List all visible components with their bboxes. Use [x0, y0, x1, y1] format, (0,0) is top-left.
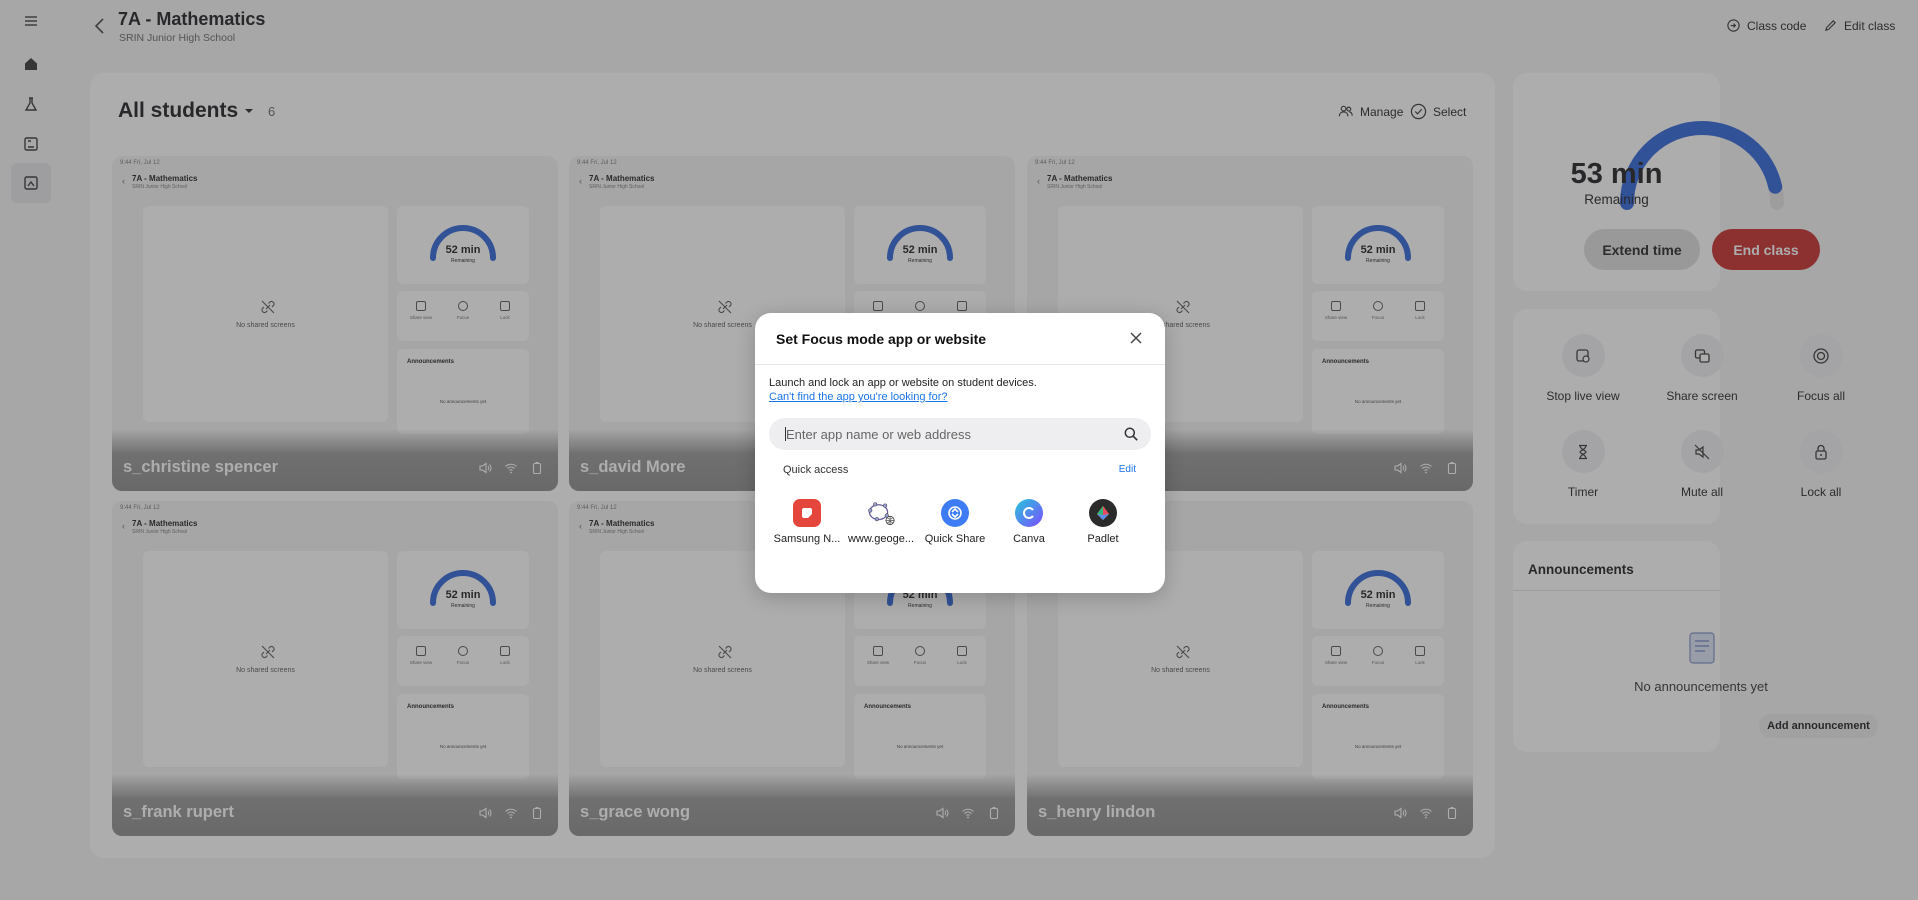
geogebra-icon	[868, 502, 895, 525]
quick-app-quick-share[interactable]: Quick Share	[920, 499, 990, 545]
app-root: 7A - Mathematics SRIN Junior High School…	[0, 0, 1918, 900]
dialog-divider	[755, 364, 1165, 365]
samsung-notes-icon	[802, 508, 812, 518]
search-box	[769, 418, 1151, 450]
quick-app-samsung-notes[interactable]: Samsung N...	[772, 499, 842, 545]
close-icon[interactable]	[1127, 329, 1145, 347]
help-link[interactable]: Can't find the app you're looking for?	[769, 391, 947, 403]
quick-access-edit[interactable]: Edit	[1119, 464, 1136, 475]
dialog-description: Launch and lock an app or website on stu…	[769, 377, 1037, 389]
padlet-icon	[1097, 506, 1109, 520]
app-search-input[interactable]	[786, 418, 1106, 450]
quick-app-padlet[interactable]: Padlet	[1068, 499, 1138, 545]
quick-app-canva[interactable]: Canva	[994, 499, 1064, 545]
search-icon[interactable]	[1123, 426, 1139, 442]
focus-mode-dialog: Set Focus mode app or website Launch and…	[755, 313, 1165, 593]
quick-app-geogebra[interactable]: www.geoge...	[846, 499, 916, 545]
quick-share-icon	[948, 506, 962, 520]
canva-icon	[1023, 507, 1034, 519]
dialog-title: Set Focus mode app or website	[776, 331, 987, 347]
quick-access-label: Quick access	[783, 464, 849, 476]
